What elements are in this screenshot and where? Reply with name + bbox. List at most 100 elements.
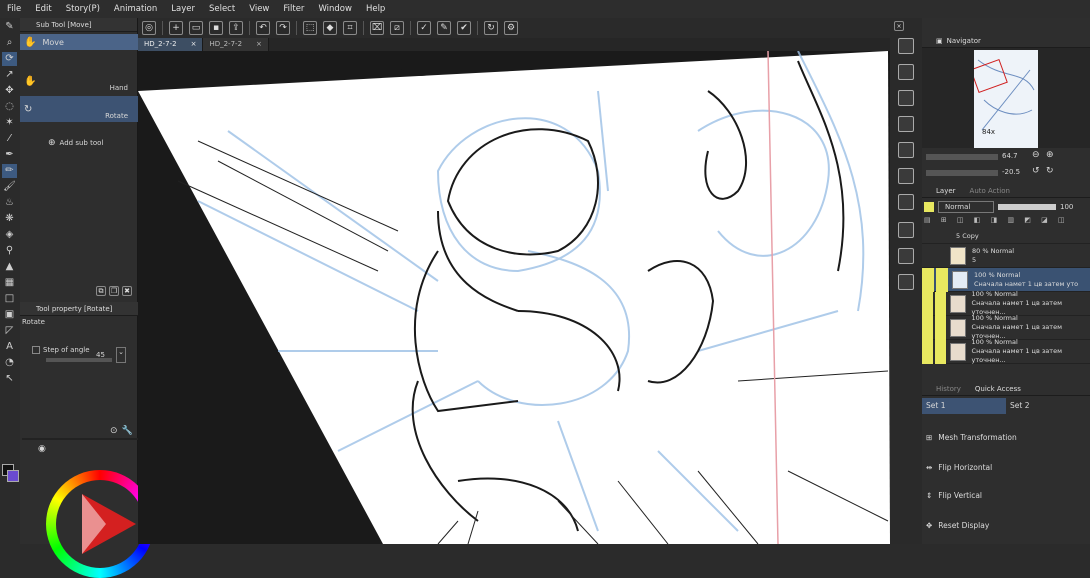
sub-color-swatch[interactable] xyxy=(7,470,19,482)
zoom-slider[interactable] xyxy=(926,154,998,160)
menu-view[interactable]: View xyxy=(242,4,276,14)
animation-icon[interactable] xyxy=(898,248,914,264)
settings-icon[interactable]: ⊙ xyxy=(110,426,118,436)
wrench-icon[interactable]: 🔧 xyxy=(122,426,133,436)
menu-window[interactable]: Window xyxy=(311,4,359,14)
image-icon[interactable] xyxy=(898,64,914,80)
text-tool-icon[interactable]: A xyxy=(2,340,17,354)
zoom-tool-icon[interactable]: ⌕ xyxy=(2,36,17,50)
move-tool-icon[interactable]: ⟳ xyxy=(2,52,17,66)
ruler-icon[interactable]: ◸ xyxy=(2,324,17,338)
quick-access-mesh-transformation[interactable]: ⊞ Mesh Transformation xyxy=(922,424,1090,450)
rotate-left-icon[interactable]: ↺ xyxy=(1032,166,1040,176)
fill-icon[interactable]: ◆ xyxy=(323,21,337,35)
lock-toggle[interactable] xyxy=(935,315,947,340)
menu-filter[interactable]: Filter xyxy=(276,4,311,14)
lasso-icon[interactable]: ◌ xyxy=(2,100,17,114)
layer-move-icon[interactable]: ✥ xyxy=(2,84,17,98)
eraser-check-icon[interactable]: ✔ xyxy=(457,21,471,35)
pencil-icon[interactable]: ✏ xyxy=(2,164,17,178)
menu-story[interactable]: Story(P) xyxy=(59,4,107,14)
undo-icon[interactable]: ↶ xyxy=(256,21,270,35)
menu-animation[interactable]: Animation xyxy=(107,4,164,14)
operation-tool-icon[interactable]: ↗ xyxy=(2,68,17,82)
clear-icon[interactable]: ⬚ xyxy=(303,21,317,35)
save-icon[interactable]: ▪ xyxy=(209,21,223,35)
figure-icon[interactable]: □ xyxy=(2,292,17,306)
layer-row-selected[interactable]: 100 % Normal Сначала намет 1 цв затем уто xyxy=(922,267,1090,292)
quick-access-flip-horizontal[interactable]: ⇹ Flip Horizontal xyxy=(922,454,1090,480)
decoration-icon[interactable]: ❋ xyxy=(2,212,17,226)
rotate-icon[interactable]: ↻ xyxy=(484,21,498,35)
new-file-icon[interactable]: + xyxy=(169,21,183,35)
quick-access-reset-display[interactable]: ✥ Reset Display xyxy=(922,512,1090,538)
pen-check-icon[interactable]: ✓ xyxy=(417,21,431,35)
lock-toggle[interactable] xyxy=(935,291,947,316)
airbrush-icon[interactable]: ♨ xyxy=(2,196,17,210)
clip-studio-icon[interactable]: ◎ xyxy=(142,21,156,35)
eyedropper-icon[interactable]: ⁄ xyxy=(2,132,17,146)
zoom-in-icon[interactable]: ⊕ xyxy=(1046,150,1054,160)
layer-color-swatch[interactable] xyxy=(924,202,934,212)
layer-tab[interactable]: Layer xyxy=(936,187,956,195)
subtool-item-rotate[interactable]: ↻ Rotate xyxy=(20,96,138,122)
frame-icon[interactable]: ▣ xyxy=(2,308,17,322)
export-icon[interactable]: ⇪ xyxy=(229,21,243,35)
step-of-angle-checkbox[interactable] xyxy=(32,346,40,354)
opacity-slider[interactable] xyxy=(998,204,1056,210)
layer-properties-icon[interactable] xyxy=(898,168,914,184)
brush-icon[interactable]: 🖌 xyxy=(2,180,17,194)
layer-row[interactable]: 100 % Normal Сначала намет 1 цв затем уто… xyxy=(922,290,1090,316)
trash-icon[interactable]: ✖ xyxy=(122,286,132,296)
fill-tool-icon[interactable]: ▲ xyxy=(2,260,17,274)
history-tab[interactable]: History xyxy=(936,385,961,393)
quick-access-tab[interactable]: Quick Access xyxy=(975,385,1021,393)
subtool-item-move[interactable]: ✋ Move xyxy=(20,34,138,50)
redo-icon[interactable]: ↷ xyxy=(276,21,290,35)
crop-icon[interactable]: ⌗ xyxy=(343,21,357,35)
visibility-toggle[interactable] xyxy=(922,339,934,364)
pencil-icon[interactable] xyxy=(936,267,948,292)
blend-mode-select[interactable]: Normal xyxy=(938,201,994,213)
layer-row[interactable]: 5 Copy xyxy=(922,230,1090,244)
magic-wand-icon[interactable]: ✶ xyxy=(2,116,17,130)
chevron-down-icon[interactable]: ⌄ xyxy=(116,347,126,363)
menu-file[interactable]: File xyxy=(0,4,28,14)
menu-layer[interactable]: Layer xyxy=(164,4,202,14)
set-2-tab[interactable]: Set 2 xyxy=(1006,398,1090,414)
color-wheel-icon[interactable]: ◉ xyxy=(38,444,46,454)
close-icon[interactable]: × xyxy=(894,21,904,31)
picture-icon[interactable] xyxy=(898,116,914,132)
layer-row[interactable]: 100 % Normal Сначала намет 1 цв затем уто… xyxy=(922,338,1090,364)
menu-select[interactable]: Select xyxy=(202,4,242,14)
layer-row[interactable]: 80 % Normal 5 xyxy=(922,244,1090,268)
eye-icon[interactable] xyxy=(922,267,934,292)
set-1-tab[interactable]: Set 1 xyxy=(922,398,1006,414)
invert-selection-icon[interactable]: ⧄ xyxy=(390,21,404,35)
eraser-icon[interactable]: ◈ xyxy=(2,228,17,242)
tab-document-2[interactable]: HD_2-7-2 × xyxy=(203,38,269,51)
canvas-area[interactable] xyxy=(138,51,890,544)
layer-toolbar[interactable]: ▤ ⊞ ◫ ◧ ◨ ▥ ◩ ◪ ◫ xyxy=(924,216,1088,226)
auto-action-tab[interactable]: Auto Action xyxy=(970,187,1010,195)
navigator-thumbnail[interactable]: 84x xyxy=(970,50,1038,148)
material-icon[interactable] xyxy=(898,38,914,54)
copy-icon[interactable]: ⧉ xyxy=(96,286,106,296)
tab-document-1[interactable]: HD_2-7-2 × xyxy=(138,38,204,51)
menu-help[interactable]: Help xyxy=(359,4,392,14)
gradient-icon[interactable]: ▦ xyxy=(2,276,17,290)
subtool-item-hand[interactable]: ✋ Hand xyxy=(20,68,138,94)
rotation-slider[interactable] xyxy=(926,170,998,176)
close-icon[interactable]: × xyxy=(191,38,197,51)
visibility-toggle[interactable] xyxy=(922,315,934,340)
canvas-artwork[interactable] xyxy=(138,51,890,544)
delete-layer-icon[interactable] xyxy=(898,90,914,106)
navigator-preview[interactable]: 84x xyxy=(922,48,1090,148)
close-icon[interactable]: × xyxy=(256,38,262,51)
pen-icon[interactable]: ✒ xyxy=(2,148,17,162)
open-file-icon[interactable]: ▭ xyxy=(189,21,203,35)
blend-icon[interactable]: ⚲ xyxy=(2,244,17,258)
layer-row[interactable]: 100 % Normal Сначала намет 1 цв затем уто… xyxy=(922,314,1090,340)
deselect-icon[interactable]: ⌧ xyxy=(370,21,384,35)
settings-icon[interactable]: ⚙ xyxy=(504,21,518,35)
